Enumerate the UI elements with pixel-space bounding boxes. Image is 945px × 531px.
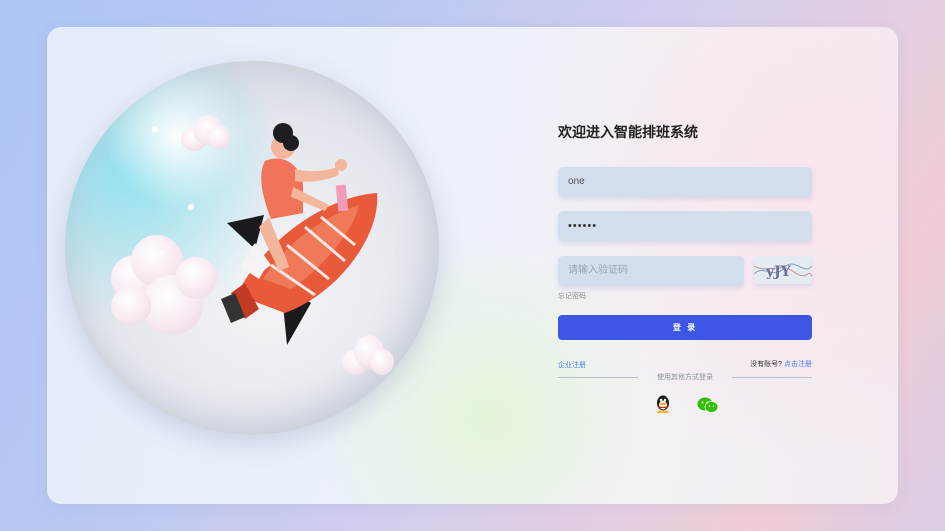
divider-right: [732, 377, 812, 378]
register-link[interactable]: 点击注册: [784, 361, 812, 368]
rocket-illustration: [59, 57, 459, 457]
qq-login-button[interactable]: [655, 395, 671, 418]
login-card: 欢迎进入智能排班系统 one •••••• 请输入验证码 yJY 忘记密码 登 …: [47, 27, 898, 504]
login-form: 欢迎进入智能排班系统 one •••••• 请输入验证码 yJY 忘记密码 登 …: [558, 123, 812, 414]
no-account-line: 没有账号? 点击注册: [750, 359, 812, 369]
captcha-image[interactable]: yJY: [754, 256, 812, 284]
wechat-login-button[interactable]: [697, 397, 719, 418]
enterprise-register-link[interactable]: 企业注册: [558, 360, 586, 370]
no-account-text: 没有账号?: [750, 361, 783, 368]
login-button[interactable]: 登 录: [558, 315, 812, 340]
rocket-rider-figure: [152, 123, 378, 345]
qq-icon: [657, 395, 669, 414]
page-title: 欢迎进入智能排班系统: [558, 125, 698, 141]
captcha-noise: yJY: [754, 263, 812, 280]
password-field[interactable]: ••••••: [558, 211, 812, 241]
username-field[interactable]: one: [558, 167, 812, 197]
captcha-text: yJY: [765, 264, 792, 280]
wechat-icon: [697, 397, 719, 413]
forgot-password-link[interactable]: 忘记密码: [558, 291, 586, 301]
captcha-input[interactable]: 请输入验证码: [558, 256, 744, 286]
